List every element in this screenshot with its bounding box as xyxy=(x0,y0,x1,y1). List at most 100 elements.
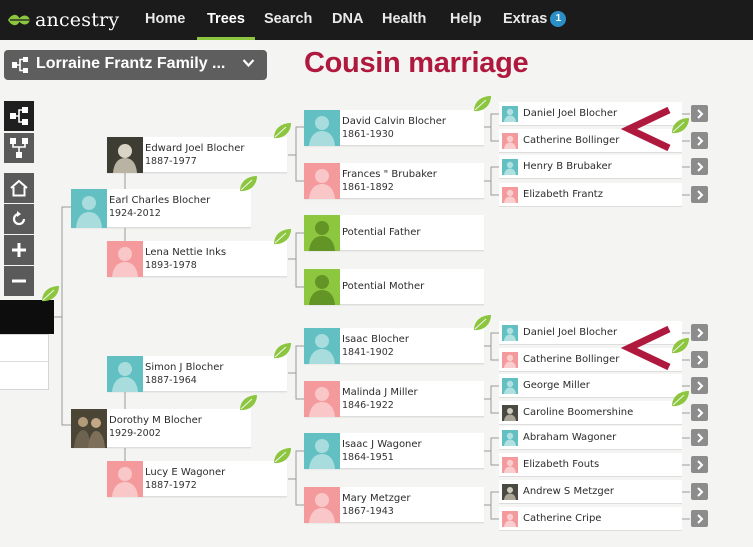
person-name: Potential Father xyxy=(342,227,421,238)
avatar-male xyxy=(304,110,340,146)
person-dates: 1841-1902 xyxy=(342,347,394,358)
couple-photo-icon xyxy=(71,409,107,448)
hint-leaf-icon[interactable] xyxy=(238,175,258,193)
person-card-gen4[interactable]: Catherine Cripe xyxy=(499,507,682,531)
person-card-david[interactable]: David Calvin Blocher 1861-1930 xyxy=(304,110,484,146)
person-card-gen4[interactable]: Caroline Boomershine xyxy=(499,401,682,425)
person-name: Frances " Brubaker xyxy=(342,169,437,180)
person-name: Abraham Wagoner xyxy=(523,432,617,443)
male-silhouette-icon xyxy=(76,196,102,228)
person-name: Malinda J Miller xyxy=(342,387,418,398)
person-dates: 1861-1892 xyxy=(342,182,394,193)
person-card-lucy[interactable]: Lucy E Wagoner 1887-1972 xyxy=(107,461,287,497)
avatar-male xyxy=(502,430,518,446)
person-name: Isaac Blocher xyxy=(342,334,409,345)
person-name: Earl Charles Blocher xyxy=(109,195,211,206)
potential-father-card[interactable]: Potential Father xyxy=(304,215,484,251)
hint-leaf-icon[interactable] xyxy=(238,394,258,412)
person-name: Catherine Bollinger xyxy=(523,135,620,146)
avatar-male xyxy=(502,325,518,341)
person-name: Henry B Brubaker xyxy=(523,161,612,172)
avatar-male xyxy=(502,378,518,394)
person-name: Caroline Boomershine xyxy=(523,407,634,418)
female-silhouette-icon xyxy=(504,135,516,149)
avatar-male xyxy=(107,356,143,392)
person-name: Lucy E Wagoner xyxy=(145,467,226,478)
female-silhouette-icon xyxy=(112,247,138,277)
chevron-right-icon xyxy=(696,380,703,391)
male-silhouette-icon xyxy=(504,380,516,394)
person-card-isaac-blocher[interactable]: Isaac Blocher 1841-1902 xyxy=(304,328,484,364)
hint-leaf-icon[interactable] xyxy=(272,228,292,246)
avatar-male xyxy=(304,328,340,364)
male-silhouette-icon xyxy=(504,432,516,446)
person-card-gen4[interactable]: Elizabeth Frantz xyxy=(499,183,682,207)
person-card-isaac-wagoner[interactable]: Isaac J Wagoner 1864-1951 xyxy=(304,433,484,469)
person-name: David Calvin Blocher xyxy=(342,116,447,127)
chevron-right-icon xyxy=(696,459,703,470)
expand-ancestors-button[interactable] xyxy=(691,132,708,149)
expand-ancestors-button[interactable] xyxy=(691,105,708,122)
expand-ancestors-button[interactable] xyxy=(691,158,708,175)
annotation-marker-left-chevron xyxy=(621,325,671,371)
avatar-female xyxy=(107,241,143,277)
avatar-female xyxy=(304,487,340,523)
expand-ancestors-button[interactable] xyxy=(691,404,708,421)
expand-ancestors-button[interactable] xyxy=(691,483,708,500)
expand-ancestors-button[interactable] xyxy=(691,324,708,341)
avatar-male xyxy=(502,159,518,175)
expand-ancestors-button[interactable] xyxy=(691,186,708,203)
person-dates: 1893-1978 xyxy=(145,260,197,271)
person-card-gen4[interactable]: Henry B Brubaker xyxy=(499,155,682,179)
person-name: Elizabeth Fouts xyxy=(523,459,600,470)
person-dates: 1924-2012 xyxy=(109,208,161,219)
expand-ancestors-button[interactable] xyxy=(691,429,708,446)
female-silhouette-icon xyxy=(309,493,335,523)
hint-leaf-icon[interactable] xyxy=(670,337,690,355)
avatar-female xyxy=(502,352,518,368)
potential-mother-card[interactable]: Potential Mother xyxy=(304,269,484,305)
hint-leaf-icon[interactable] xyxy=(670,117,690,135)
avatar-male xyxy=(71,189,107,228)
hint-leaf-icon[interactable] xyxy=(272,447,292,465)
avatar-potential-male xyxy=(304,215,340,251)
person-name: Dorothy M Blocher xyxy=(109,415,202,426)
chevron-right-icon xyxy=(696,327,703,338)
person-card-malinda[interactable]: Malinda J Miller 1846-1922 xyxy=(304,381,484,417)
hint-leaf-icon[interactable] xyxy=(670,390,690,408)
male-silhouette-icon xyxy=(504,161,516,175)
person-card-gen4[interactable]: Elizabeth Fouts xyxy=(499,453,682,477)
female-silhouette-icon xyxy=(504,513,516,527)
person-card-gen4[interactable]: Abraham Wagoner xyxy=(499,426,682,450)
person-card-edward[interactable]: Edward Joel Blocher 1887-1977 xyxy=(107,137,287,173)
person-name: Elizabeth Frantz xyxy=(523,189,603,200)
chevron-right-icon xyxy=(696,354,703,365)
hint-leaf-icon[interactable] xyxy=(472,95,492,113)
expand-ancestors-button[interactable] xyxy=(691,510,708,527)
avatar-male xyxy=(502,106,518,122)
avatar-female xyxy=(304,381,340,417)
chevron-right-icon xyxy=(696,513,703,524)
hint-leaf-icon[interactable] xyxy=(272,342,292,360)
portrait-photo-icon xyxy=(107,137,143,173)
person-card-mary[interactable]: Mary Metzger 1867-1943 xyxy=(304,487,484,523)
chevron-right-icon xyxy=(696,161,703,172)
person-card-lena[interactable]: Lena Nettie Inks 1893-1978 xyxy=(107,241,287,277)
person-card-earl[interactable]: Earl Charles Blocher 1924-2012 xyxy=(71,189,251,228)
person-card-gen4[interactable]: George Miller xyxy=(499,374,682,398)
expand-ancestors-button[interactable] xyxy=(691,377,708,394)
person-card-gen4[interactable]: Andrew S Metzger xyxy=(499,480,682,504)
hint-leaf-icon[interactable] xyxy=(472,314,492,332)
person-card-dorothy[interactable]: Dorothy M Blocher 1929-2002 xyxy=(71,409,251,448)
expand-ancestors-button[interactable] xyxy=(691,351,708,368)
male-silhouette-icon xyxy=(112,362,138,392)
hint-leaf-icon[interactable] xyxy=(40,285,60,303)
person-name: George Miller xyxy=(523,380,590,391)
hint-leaf-icon[interactable] xyxy=(272,122,292,140)
person-card-frances[interactable]: Frances " Brubaker 1861-1892 xyxy=(304,163,484,199)
person-card-simon[interactable]: Simon J Blocher 1887-1964 xyxy=(107,356,287,392)
male-silhouette-icon xyxy=(504,327,516,341)
expand-ancestors-button[interactable] xyxy=(691,456,708,473)
avatar-potential-female xyxy=(304,269,340,305)
annotation-marker-left-chevron xyxy=(621,106,671,152)
